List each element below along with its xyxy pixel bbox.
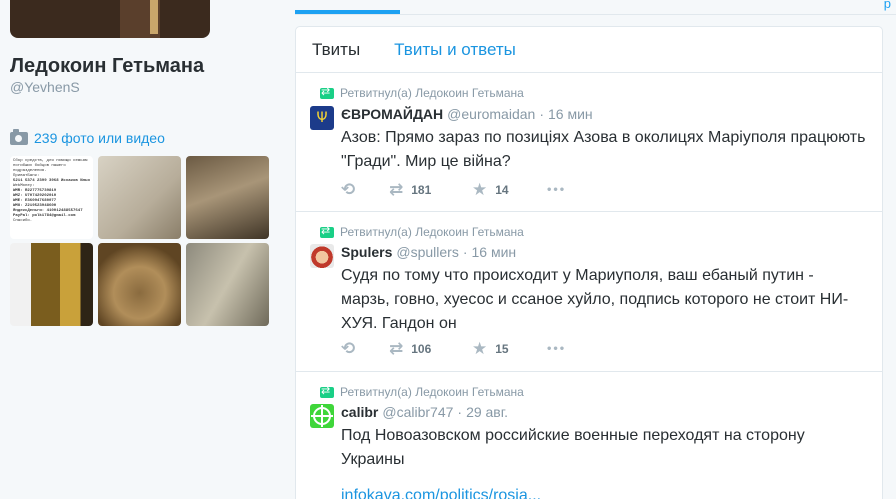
- retweet-icon: ⇄: [389, 339, 404, 359]
- tab-tweets[interactable]: Твиты: [312, 40, 360, 60]
- tweet-avatar[interactable]: Ψ: [310, 106, 334, 130]
- tweet-author-name[interactable]: ЄВРОМАЙДАН: [341, 106, 443, 122]
- media-thumb-shelf[interactable]: [10, 243, 93, 326]
- tweet-author-name[interactable]: Spulers: [341, 244, 392, 260]
- tweet-actions: ⟲ ⇄ 106 ★ 15 •••: [341, 339, 565, 359]
- note-thanks: Спасибо.: [13, 219, 33, 223]
- favorite-button[interactable]: ★ 14: [472, 180, 546, 200]
- retweet-context-label[interactable]: Ретвитнул(а) Ледокоин Гетьмана: [340, 86, 524, 100]
- photos-videos-label: 239 фото или видео: [34, 130, 165, 146]
- retweet-context: Ретвитнул(а) Ледокоин Гетьмана: [320, 224, 524, 239]
- tweet-separator: ·: [462, 244, 468, 260]
- tweet-author-handle[interactable]: @euromaidan: [447, 106, 535, 122]
- retweet-icon: ⇄: [389, 180, 404, 200]
- tweet-avatar[interactable]: [310, 244, 334, 268]
- trident-icon: Ψ: [316, 110, 328, 126]
- retweet-context-label[interactable]: Ретвитнул(а) Ледокоин Гетьмана: [340, 385, 524, 399]
- reply-icon: ⟲: [341, 339, 356, 359]
- media-thumb-shoes[interactable]: [186, 243, 269, 326]
- crosshair-icon: [311, 405, 333, 427]
- more-icon: •••: [546, 184, 566, 196]
- note-heading: Сбор средств, для помощи семьям погибших…: [13, 159, 88, 173]
- tweet-author-name[interactable]: calibr: [341, 404, 378, 420]
- profile-avatar[interactable]: [10, 0, 210, 38]
- tweet-timestamp[interactable]: 16 мин: [548, 106, 593, 122]
- retweet-context: Ретвитнул(а) Ледокоин Гетьмана: [320, 384, 524, 399]
- media-grid: Сбор средств, для помощи семьям погибших…: [10, 156, 269, 326]
- tweet-text: Под Новоазовском российские военные пере…: [341, 427, 805, 468]
- star-icon: ★: [472, 339, 488, 359]
- reply-button[interactable]: ⟲: [341, 180, 389, 200]
- tweet-author-handle[interactable]: @spullers: [396, 244, 458, 260]
- tweet-author-handle[interactable]: @calibr747: [382, 404, 453, 420]
- media-thumb-money-stacks[interactable]: [186, 156, 269, 239]
- tweet-item[interactable]: Ретвитнул(а) Ледокоин Гетьмана Spulers @…: [296, 212, 882, 372]
- star-icon: ★: [472, 180, 488, 200]
- retweet-context-icon: [320, 384, 334, 398]
- camera-icon: [10, 128, 28, 145]
- tweet-item[interactable]: Ретвитнул(а) Ледокоин Гетьмана Ψ ЄВРОМАЙ…: [296, 73, 882, 212]
- profile-nav: р: [295, 0, 896, 16]
- tweet-separator: ·: [457, 404, 463, 420]
- retweet-count: 106: [411, 342, 432, 356]
- retweet-button[interactable]: ⇄ 106: [389, 339, 472, 359]
- media-thumb-donation-note[interactable]: Сбор средств, для помощи семьям погибших…: [10, 156, 93, 239]
- retweet-context-label[interactable]: Ретвитнул(а) Ледокоин Гетьмана: [340, 225, 524, 239]
- tweet-header: calibr @calibr747 · 29 авг.: [341, 404, 508, 420]
- tweet-timeline: Твиты Твиты и ответы Ретвитнул(а) Ледоко…: [295, 26, 883, 499]
- tweet-timestamp[interactable]: 29 авг.: [466, 404, 508, 420]
- timeline-tabs: Твиты Твиты и ответы: [296, 27, 882, 73]
- avatar-detail: [150, 0, 158, 34]
- retweet-count: 181: [411, 183, 432, 197]
- reply-icon: ⟲: [341, 180, 356, 200]
- retweet-context: Ретвитнул(а) Ледокоин Гетьмана: [320, 85, 524, 100]
- more-icon: •••: [546, 343, 566, 355]
- reply-button[interactable]: ⟲: [341, 339, 389, 359]
- tweet-timestamp[interactable]: 16 мин: [471, 244, 516, 260]
- media-thumb-box[interactable]: [98, 243, 181, 326]
- tweet-item[interactable]: Ретвитнул(а) Ледокоин Гетьмана calibr @c…: [296, 372, 882, 499]
- favorite-count: 14: [495, 183, 509, 197]
- tweet-header: Spulers @spullers · 16 мин: [341, 244, 516, 260]
- media-thumb-papers[interactable]: [98, 156, 181, 239]
- tweet-header: ЄВРОМАЙДАН @euromaidan · 16 мин: [341, 106, 593, 122]
- more-button[interactable]: •••: [546, 185, 565, 196]
- retweet-button[interactable]: ⇄ 181: [389, 180, 472, 200]
- retweet-context-icon: [320, 224, 334, 238]
- favorite-button[interactable]: ★ 15: [472, 339, 546, 359]
- tweet-text: Судя по тому что происходит у Мариуполя,…: [341, 267, 849, 332]
- profile-name[interactable]: Ледокоин Гетьмана: [10, 55, 204, 78]
- favorite-count: 15: [495, 342, 509, 356]
- nav-divider: [295, 14, 896, 15]
- nav-edge-label[interactable]: р: [884, 0, 891, 11]
- tweet-actions: ⟲ ⇄ 181 ★ 14 •••: [341, 180, 565, 200]
- more-button[interactable]: •••: [546, 344, 565, 355]
- tweet-avatar[interactable]: [310, 404, 334, 428]
- profile-handle[interactable]: @YevhenS: [10, 79, 80, 95]
- tweet-text: Азов: Прямо зараз по позиціях Азова в ок…: [341, 129, 866, 170]
- tab-tweets-replies[interactable]: Твиты и ответы: [394, 40, 516, 60]
- tweet-separator: ·: [539, 106, 544, 122]
- retweet-context-icon: [320, 85, 334, 99]
- tweet-link[interactable]: infokava.com/politics/rosia...: [341, 484, 866, 499]
- photos-videos-link[interactable]: 239 фото или видео: [10, 128, 165, 146]
